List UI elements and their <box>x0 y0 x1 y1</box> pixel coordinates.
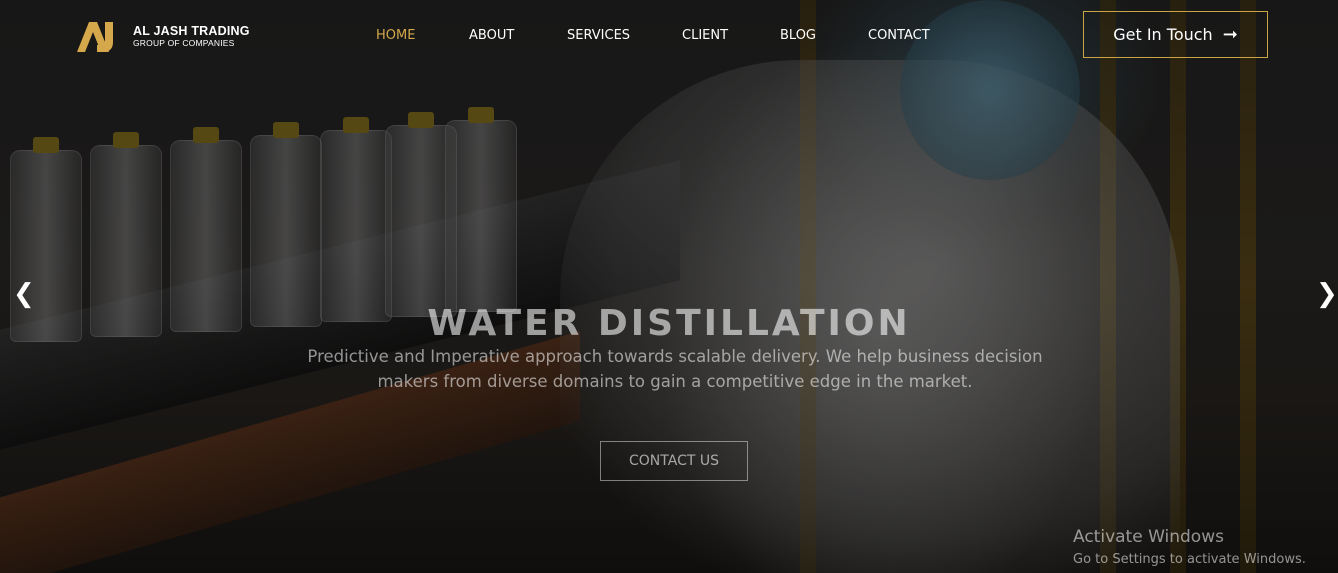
hero-description: Predictive and Imperative approach towar… <box>307 347 1043 391</box>
brand-tagline: GROUP OF COMPANIES <box>133 38 235 48</box>
nav-item-contact[interactable]: CONTACT <box>868 28 930 43</box>
brand-name: AL JASH TRADING <box>133 23 250 38</box>
site-header: AL JASH TRADING GROUP OF COMPANIES HOME … <box>0 0 1338 72</box>
nav-item-client[interactable]: CLIENT <box>682 28 728 43</box>
logo-mark-icon <box>75 18 123 54</box>
hero-slider: AL JASH TRADING GROUP OF COMPANIES HOME … <box>0 0 1338 573</box>
contact-us-button[interactable]: CONTACT US <box>600 441 748 481</box>
nav-item-about[interactable]: ABOUT <box>469 28 514 43</box>
logo[interactable]: AL JASH TRADING GROUP OF COMPANIES <box>75 18 250 54</box>
get-in-touch-label: Get In Touch <box>1113 25 1213 44</box>
nav-item-blog[interactable]: BLOG <box>780 28 816 43</box>
watermark-title: Activate Windows <box>1073 527 1224 547</box>
arrow-right-icon: ➞ <box>1222 24 1238 45</box>
get-in-touch-button[interactable]: Get In Touch ➞ <box>1083 11 1268 58</box>
watermark-subtitle: Go to Settings to activate Windows. <box>1073 552 1306 567</box>
nav-item-home[interactable]: HOME <box>376 28 415 43</box>
nav-item-services[interactable]: SERVICES <box>567 28 630 43</box>
dark-overlay <box>0 0 1338 573</box>
hero-title: WATER DISTILLATION <box>427 303 911 344</box>
activate-windows-watermark: Activate Windows Go to Settings to activ… <box>1073 527 1306 569</box>
